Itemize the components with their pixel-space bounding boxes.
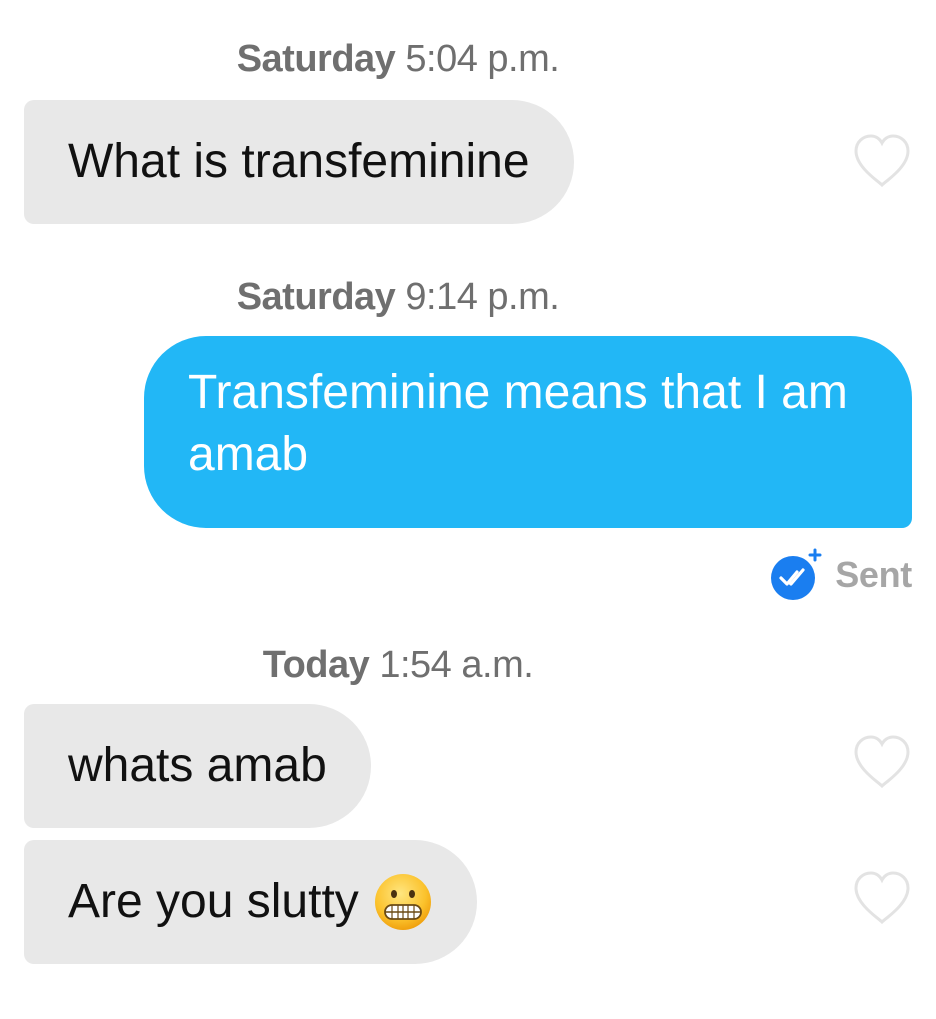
message-status: Sent (769, 546, 912, 604)
timestamp: Today 1:54 a.m. (0, 644, 796, 687)
timestamp-day: Today (262, 644, 370, 686)
message-text: whats amab (68, 739, 327, 792)
double-check-icon (771, 548, 822, 600)
message-text: Transfeminine means that I am amab (188, 366, 848, 481)
message-text: What is transfeminine (68, 135, 530, 188)
incoming-message-bubble[interactable]: What is transfeminine (24, 100, 574, 224)
grimacing-face-emoji (374, 874, 431, 930)
heart-outline-icon[interactable] (852, 870, 912, 926)
timestamp-time: 1:54 a.m. (379, 644, 534, 686)
heart-outline-icon[interactable] (852, 734, 912, 790)
heart-outline-icon[interactable] (852, 133, 912, 189)
timestamp-time: 5:04 p.m. (405, 38, 560, 80)
message-text: Are you slutty (68, 875, 359, 928)
timestamp-time: 9:14 p.m. (405, 276, 560, 318)
sent-status-label: Sent (835, 554, 912, 595)
incoming-message-bubble[interactable]: whats amab (24, 704, 371, 828)
timestamp: Saturday 9:14 p.m. (0, 276, 796, 319)
timestamp-day: Saturday (236, 38, 396, 80)
outgoing-message-bubble[interactable]: Transfeminine means that I am amab (144, 336, 912, 528)
timestamp-day: Saturday (236, 276, 396, 318)
timestamp: Saturday 5:04 p.m. (0, 38, 796, 81)
incoming-message-bubble[interactable]: Are you slutty (24, 840, 477, 964)
